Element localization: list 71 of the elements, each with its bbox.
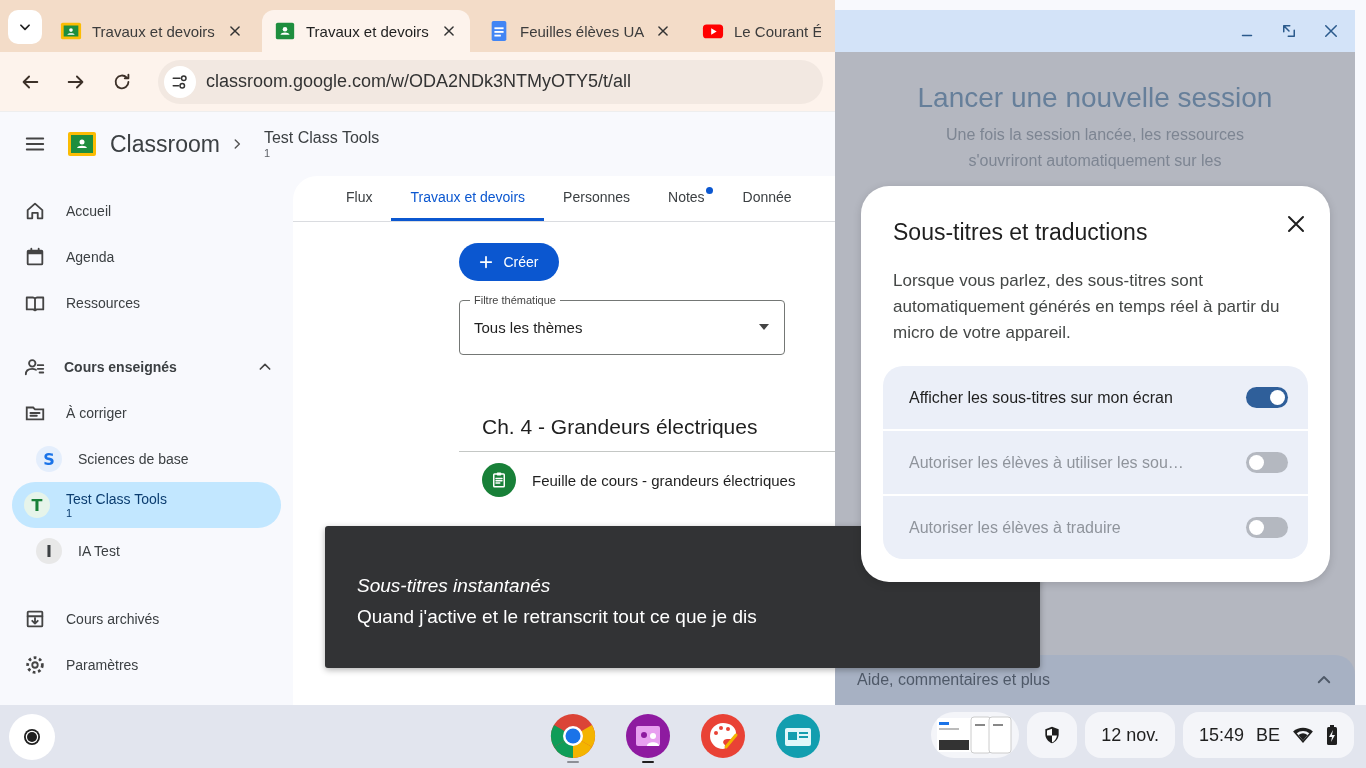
browser-tab[interactable]: Le Courant É [690,10,835,52]
class-tab[interactable]: Notes [649,176,724,221]
class-section: 1 [263,147,380,159]
close-icon[interactable] [442,24,456,38]
home-icon [24,200,46,222]
create-button[interactable]: Créer [459,243,559,281]
nav-item[interactable]: Agenda [0,234,281,280]
option-row: Autoriser les élèves à traduire [883,496,1308,559]
address-bar[interactable]: classroom.google.com/w/ODA2NDk3NTMyOTY5/t/all [158,59,823,104]
palette-icon [700,713,746,759]
shelf-app[interactable] [625,713,671,765]
running-indicator [642,761,654,763]
classroom-logo-icon [68,132,96,156]
nav-item[interactable]: Accueil [0,188,281,234]
class-tab[interactable]: Flux [327,176,392,221]
assignment-title[interactable]: Feuille de cours - grandeurs électriques [532,471,796,489]
course-item[interactable]: S Sciences de base [12,436,281,482]
running-indicator [567,761,579,763]
browser-icon [550,713,596,759]
calendar-icon [24,246,46,268]
people-icon [24,356,46,378]
site-settings-icon[interactable] [164,65,196,98]
nav-item[interactable]: Paramètres [0,642,281,688]
course-avatar: T [24,492,50,518]
plus-icon [479,255,494,269]
app-name[interactable]: Classroom [110,130,220,158]
option-row: Afficher les sous-titres sur mon écran [883,366,1308,429]
class-tab[interactable]: Personnes [544,176,650,221]
classroom-app-icon [625,713,671,759]
nav-item[interactable]: Ressources [0,280,281,326]
classroom-icon [60,20,82,42]
browser-tab[interactable]: Travaux et devoirs [48,10,256,52]
course-avatar: S [36,446,62,472]
course-item[interactable]: I IA Test [12,528,281,574]
close-icon[interactable] [228,24,242,38]
security-button[interactable] [1027,712,1078,758]
status-area[interactable]: 15:49 BE [1182,712,1354,758]
toggle-switch[interactable] [1246,387,1288,408]
launcher-icon [22,727,42,747]
shelf-app[interactable] [550,713,596,765]
window-preview-drawing[interactable] [931,712,1020,758]
toast-text: Quand j'active et le retranscrit tout ce que je dis [357,605,757,629]
date-button[interactable]: 12 nov. [1085,712,1175,758]
wifi-icon [1292,726,1314,744]
dialog-title: Sous-titres et traductions [893,219,1149,246]
panel-title: Lancer une nouvelle session [916,82,1274,114]
topic-filter-dropdown[interactable]: Filtre thématique Tous les thèmes [459,293,785,355]
card-icon [775,713,821,759]
nav-item[interactable]: Cours archivés [0,596,281,642]
battery-icon [1326,724,1338,746]
classroom-icon [274,20,296,42]
launcher-button[interactable] [9,714,55,760]
archive-icon [24,608,46,630]
class-title: Test Class Tools [263,129,380,147]
nav-item[interactable]: À corriger [0,390,281,436]
class-tab[interactable]: Donnée [723,176,811,221]
section-header[interactable]: Cours enseignés [0,344,293,390]
dropdown-arrow-icon [758,323,770,331]
toast-title: Sous-titres instantanés [357,574,551,598]
option-row: Autoriser les élèves à utiliser les sou… [883,431,1308,494]
topic-heading: Ch. 4 - Grandeurs électriques [481,415,759,440]
course-avatar: I [36,538,62,564]
class-tab[interactable]: Travaux et devoirs [391,176,545,221]
browser-tab[interactable]: Feuilles élèves UA [476,10,684,52]
browser-tab[interactable]: Travaux et devoirs [262,10,470,52]
restore-icon[interactable] [1280,22,1298,40]
assignment-icon [482,463,516,497]
course-item[interactable]: T Test Class Tools 1 [12,482,281,528]
dialog-description: Lorsque vous parlez, des sous-titres sont automatiquement générés en temps réel à partir du micro de votre appareil. [892,270,1281,344]
settings-icon [24,654,46,676]
close-icon[interactable] [656,24,670,38]
